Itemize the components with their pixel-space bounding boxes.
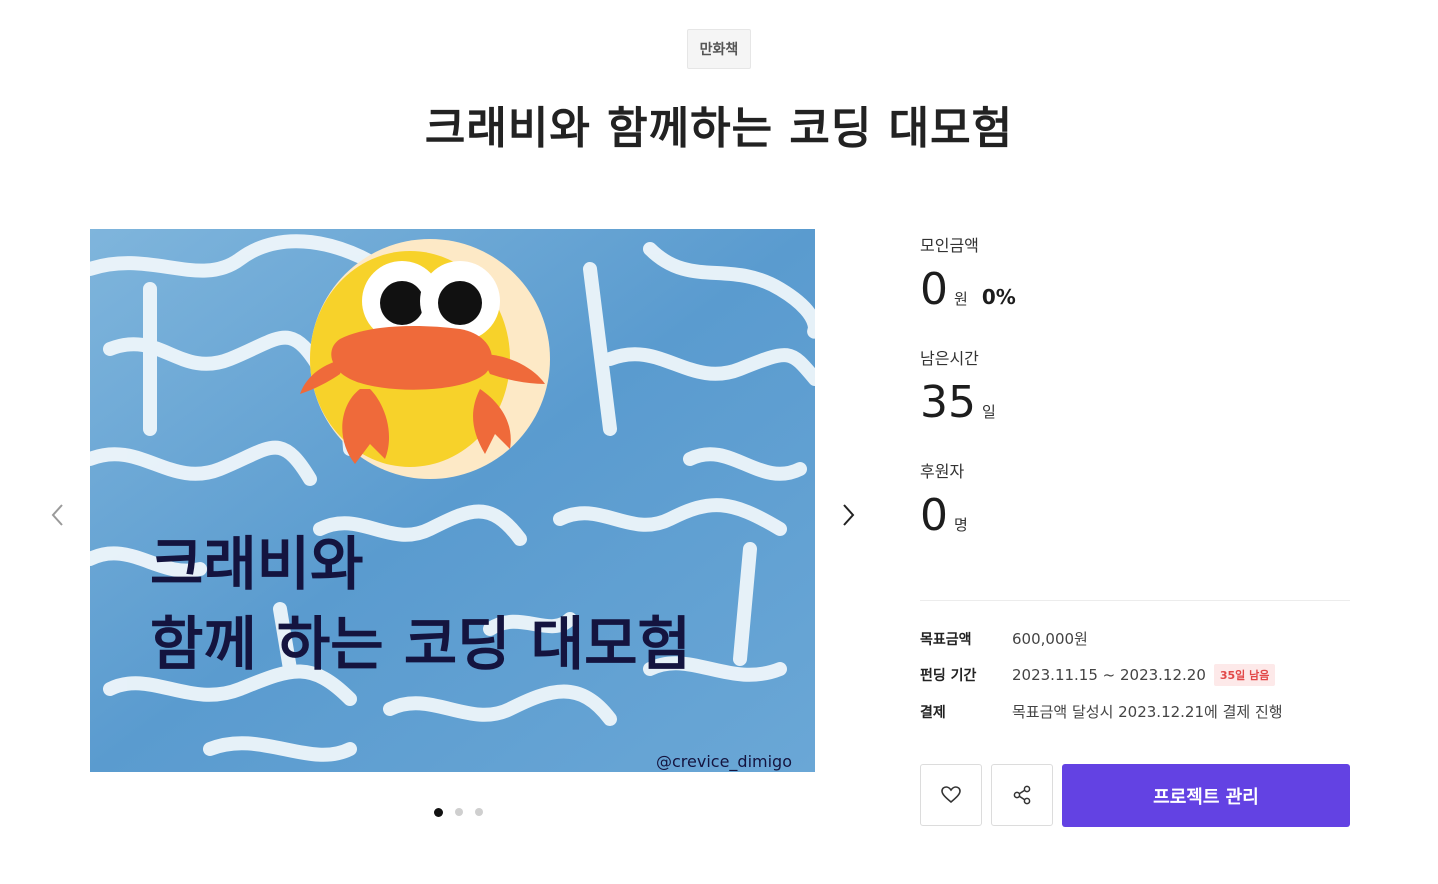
prev-slide-button[interactable] — [40, 497, 76, 533]
goal-value: 600,000원 — [1012, 630, 1088, 648]
crab-illustration: 크래비와 함께 하는 코딩 대모험 @crevice_dimigo — [90, 229, 815, 772]
time-left-unit: 일 — [982, 403, 996, 421]
backers-amount: 0명 — [920, 494, 968, 538]
raised-percent: 0% — [981, 285, 1016, 309]
illustration-title-line1: 크래비와 — [150, 530, 363, 598]
backers-label: 후원자 — [920, 462, 965, 481]
slide-dot-1[interactable] — [434, 807, 443, 817]
raised-amount: 0 원 0% — [920, 268, 1016, 312]
time-left-amount: 35 일 — [920, 381, 996, 425]
goal-key: 목표금액 — [920, 631, 972, 648]
manage-project-button[interactable]: 프로젝트 관리 — [1062, 764, 1350, 827]
goal-row: 목표금액 600,000원 — [920, 628, 1088, 649]
raised-unit: 원 — [954, 290, 968, 308]
period-key: 펀딩 기간 — [920, 668, 977, 684]
heart-icon — [941, 786, 961, 804]
chevron-right-icon — [843, 504, 855, 526]
project-title: 크래비와 함께하는 코딩 대모험 — [424, 103, 1014, 154]
slide-dot-3[interactable] — [475, 808, 483, 816]
backers-value: 0 — [920, 490, 948, 541]
slide-dot-2[interactable] — [455, 808, 463, 816]
payment-key: 결제 — [920, 704, 946, 721]
category-tag: 만화책 — [687, 29, 751, 69]
raised-label: 모인금액 — [920, 236, 979, 255]
period-value: 2023.11.15 ~ 2023.12.20 — [1012, 666, 1206, 684]
days-left-badge: 35일 남음 — [1213, 664, 1276, 686]
payment-row: 결제 목표금액 달성시 2023.12.21에 결제 진행 — [920, 701, 1283, 722]
slide-pagination — [434, 807, 483, 817]
payment-value: 목표금액 달성시 2023.12.21에 결제 진행 — [1012, 703, 1283, 721]
backers-unit: 명 — [954, 516, 968, 534]
raised-value: 0 — [920, 264, 948, 315]
share-icon — [1013, 785, 1031, 805]
time-left-label: 남은시간 — [920, 349, 979, 368]
like-button[interactable] — [920, 764, 982, 826]
time-left-value: 35 — [920, 377, 976, 428]
next-slide-button[interactable] — [830, 497, 866, 533]
project-image: 크래비와 함께 하는 코딩 대모험 @crevice_dimigo — [90, 229, 815, 772]
divider — [920, 600, 1350, 601]
illustration-title-line2: 함께 하는 코딩 대모험 — [150, 610, 691, 678]
share-button[interactable] — [991, 764, 1053, 826]
chevron-left-icon — [51, 504, 63, 526]
illustration-credit: @crevice_dimigo — [656, 752, 792, 772]
period-row: 펀딩 기간 2023.11.15 ~ 2023.12.20 35일 남음 — [920, 664, 1276, 686]
